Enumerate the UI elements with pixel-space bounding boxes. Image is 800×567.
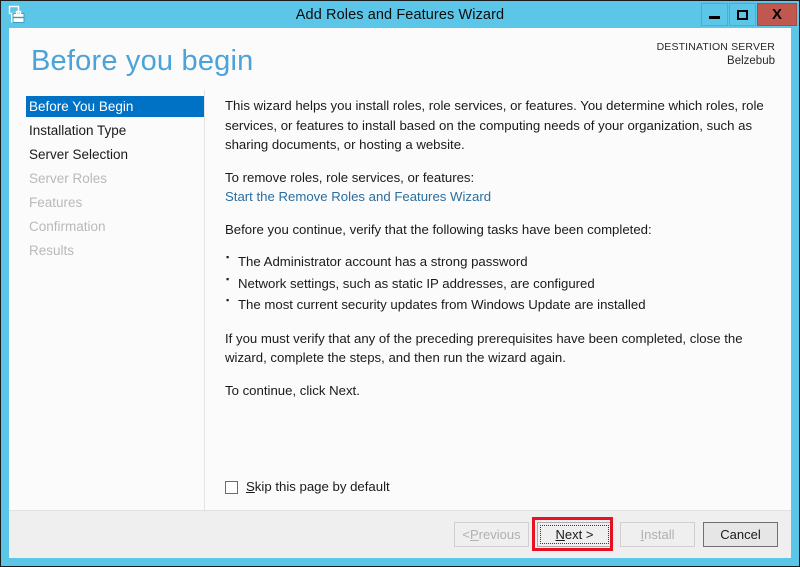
- page-title: Before you begin: [31, 45, 254, 77]
- previous-label-rest: revious: [478, 527, 521, 542]
- skip-this-page-label: Skip this page by default: [246, 477, 390, 497]
- content-pane: This wizard helps you install roles, rol…: [205, 90, 791, 510]
- previous-prefix: <: [462, 527, 470, 542]
- install-label-rest: nstall: [644, 527, 675, 542]
- destination-server-label: DESTINATION SERVER: [656, 41, 775, 53]
- prerequisite-list: The Administrator account has a strong p…: [225, 251, 777, 315]
- skip-accel-char: S: [246, 479, 255, 495]
- sidebar-item-before-you-begin[interactable]: Before You Begin: [26, 96, 204, 117]
- cancel-button[interactable]: Cancel: [703, 522, 778, 547]
- window-title: Add Roles and Features Wizard: [295, 6, 505, 23]
- next-label-rest: ext >: [564, 527, 594, 542]
- wizard-footer: < Previous Next > Install Cancel: [9, 510, 791, 558]
- sidebar-item-server-roles: Server Roles: [29, 171, 108, 186]
- previous-button: < Previous: [454, 522, 529, 547]
- maximize-icon: [737, 9, 748, 20]
- continue-note: To continue, click Next.: [225, 382, 360, 398]
- next-button[interactable]: Next >: [537, 522, 612, 547]
- install-button: Install: [620, 522, 695, 547]
- page-header: Before you begin DESTINATION SERVER Belz…: [9, 28, 791, 90]
- sidebar-item-features: Features: [29, 195, 83, 210]
- sidebar-item-results: Results: [29, 243, 75, 258]
- minimize-icon: [709, 16, 720, 19]
- wizard-shell: Before you begin DESTINATION SERVER Belz…: [9, 28, 791, 558]
- skip-this-page-row[interactable]: Skip this page by default: [225, 477, 390, 497]
- verify-prompt: Before you continue, verify that the fol…: [225, 221, 652, 237]
- close-button[interactable]: X: [757, 3, 797, 26]
- window-controls: X: [700, 3, 797, 26]
- maximize-button[interactable]: [729, 3, 756, 26]
- skip-this-page-checkbox[interactable]: [225, 480, 238, 494]
- remove-prompt: To remove roles, role services, or featu…: [225, 169, 475, 185]
- list-item: The Administrator account has a strong p…: [225, 251, 777, 272]
- destination-server-name: Belzebub: [727, 55, 775, 68]
- prerequisite-note: If you must verify that any of the prece…: [225, 330, 743, 366]
- focus-ring: Next >: [540, 525, 609, 544]
- wizard-window: Add Roles and Features Wizard X Before y…: [0, 0, 800, 567]
- intro-paragraph: This wizard helps you install roles, rol…: [225, 98, 764, 153]
- sidebar-item-confirmation: Confirmation: [29, 219, 106, 234]
- list-item: The most current security updates from W…: [225, 294, 777, 315]
- skip-label-rest: kip this page by default: [254, 479, 390, 495]
- wizard-step-nav: Before You Begin Installation Type Serve…: [9, 90, 205, 510]
- title-bar[interactable]: Add Roles and Features Wizard X: [1, 1, 799, 28]
- minimize-button[interactable]: [701, 3, 728, 26]
- sidebar-item-installation-type[interactable]: Installation Type: [9, 120, 204, 141]
- sidebar-item-server-selection[interactable]: Server Selection: [9, 144, 204, 165]
- previous-accel-char: P: [470, 527, 479, 542]
- remove-roles-wizard-link[interactable]: Start the Remove Roles and Features Wiza…: [225, 187, 491, 207]
- destination-server-block: DESTINATION SERVER Belzebub: [657, 40, 775, 70]
- list-item: Network settings, such as static IP addr…: [225, 273, 777, 294]
- next-button-highlight-wrap: Next >: [529, 517, 613, 551]
- wizard-toolbox-icon: [6, 4, 28, 26]
- main-area: Before You Begin Installation Type Serve…: [9, 90, 791, 510]
- next-accel-char: N: [555, 527, 565, 542]
